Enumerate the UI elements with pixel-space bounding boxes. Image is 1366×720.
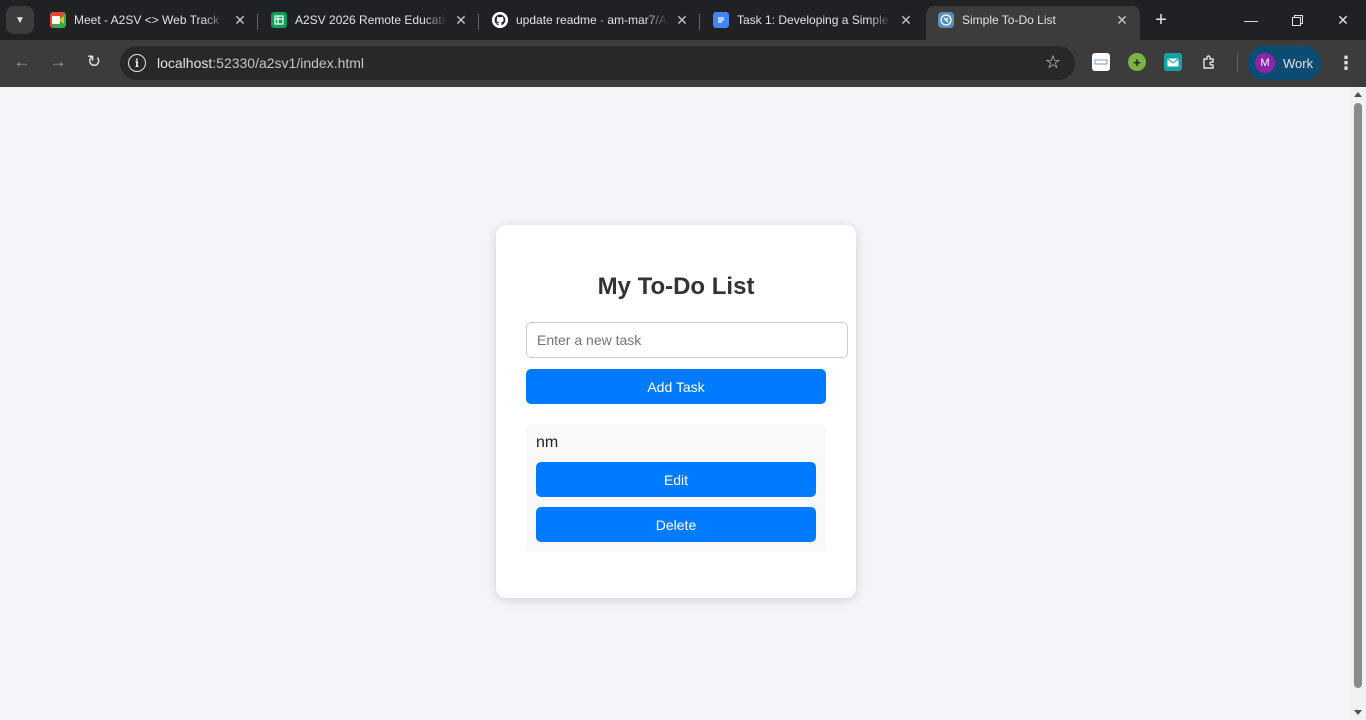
add-extension-icon[interactable]: + <box>1128 53 1146 71</box>
restore-icon <box>1291 14 1303 26</box>
avatar: M <box>1255 53 1275 73</box>
a2sv-extension-icon[interactable] <box>1092 53 1110 71</box>
task-input[interactable] <box>526 322 848 358</box>
google-meet-icon <box>50 12 66 28</box>
minimize-icon: — <box>1244 12 1258 28</box>
page-viewport: My To-Do List Add Task nm Edit Delete <box>0 87 1350 720</box>
close-tab-icon[interactable]: ✕ <box>453 12 469 29</box>
extensions-puzzle-icon[interactable] <box>1200 53 1218 71</box>
tab-title: Meet - A2SV <> Web Track <box>74 13 220 27</box>
list-item: nm Edit Delete <box>526 424 826 552</box>
task-text: nm <box>536 434 559 451</box>
browser-menu-button[interactable]: ⋮ <box>1336 52 1356 74</box>
minimize-button[interactable]: — <box>1228 0 1274 40</box>
add-task-button[interactable]: Add Task <box>526 369 826 404</box>
google-sheets-icon <box>271 12 287 28</box>
more-vert-icon: ⋮ <box>1337 52 1355 73</box>
url-host: localhost <box>157 55 213 71</box>
tab-meet[interactable]: Meet - A2SV <> Web Track ✕ <box>38 6 258 40</box>
reload-icon: ↻ <box>86 52 102 71</box>
page-title: My To-Do List <box>597 273 755 300</box>
scroll-thumb[interactable] <box>1354 103 1362 688</box>
todo-card: My To-Do List Add Task nm Edit Delete <box>496 225 856 598</box>
chevron-down-icon: ▼ <box>15 14 25 26</box>
tab-search-button[interactable]: ▼ <box>6 6 34 34</box>
tab-strip: ▼ Meet - A2SV <> Web Track ✕ A2SV 2026 R… <box>0 0 1366 40</box>
forward-button[interactable]: → <box>44 48 72 76</box>
arrow-left-icon: ← <box>13 52 31 71</box>
arrow-right-icon: → <box>49 52 67 71</box>
tab-title: Task 1: Developing a Simple To-Do <box>737 13 892 27</box>
new-tab-button[interactable]: + <box>1148 8 1174 32</box>
page-globe-icon <box>938 12 954 28</box>
bookmark-star-icon[interactable]: ☆ <box>1045 52 1061 73</box>
scroll-down-icon[interactable] <box>1354 710 1362 715</box>
tab-title: update readme · am-mar7/A2SV <box>516 13 668 27</box>
url-text[interactable]: localhost:52330/a2sv1/index.html <box>157 55 364 71</box>
tab-sheets[interactable]: A2SV 2026 Remote Education ✕ <box>259 6 479 40</box>
restore-button[interactable] <box>1274 0 1320 40</box>
toolbar-divider <box>1237 54 1238 72</box>
browser-toolbar: ← → ↻ i localhost:52330/a2sv1/index.html… <box>0 40 1366 87</box>
tab-title: A2SV 2026 Remote Education <box>295 13 447 27</box>
mail-extension-icon[interactable] <box>1164 53 1182 71</box>
tab-github[interactable]: update readme · am-mar7/A2SV ✕ <box>480 6 700 40</box>
plus-icon: + <box>1155 8 1167 31</box>
address-bar[interactable]: i localhost:52330/a2sv1/index.html ☆ <box>120 46 1075 80</box>
url-path: :52330/a2sv1/index.html <box>212 55 365 71</box>
github-icon <box>492 12 508 28</box>
close-tab-icon[interactable]: ✕ <box>674 12 690 29</box>
close-window-button[interactable]: ✕ <box>1320 0 1366 40</box>
close-tab-icon[interactable]: ✕ <box>898 12 914 29</box>
page-scrollbar[interactable] <box>1350 87 1366 720</box>
tab-docs[interactable]: Task 1: Developing a Simple To-Do ✕ <box>701 6 924 40</box>
reload-button[interactable]: ↻ <box>80 48 108 76</box>
site-info-icon[interactable]: i <box>128 54 146 72</box>
google-docs-icon <box>713 12 729 28</box>
delete-task-button[interactable]: Delete <box>536 507 816 542</box>
close-tab-icon[interactable]: ✕ <box>1114 12 1130 29</box>
tab-todo-active[interactable]: Simple To-Do List ✕ <box>926 6 1140 40</box>
close-tab-icon[interactable]: ✕ <box>232 12 248 29</box>
profile-button[interactable]: M Work <box>1247 46 1321 80</box>
profile-label: Work <box>1283 55 1314 71</box>
back-button[interactable]: ← <box>8 48 36 76</box>
tab-title: Simple To-Do List <box>962 13 1056 27</box>
edit-task-button[interactable]: Edit <box>536 462 816 497</box>
close-icon: ✕ <box>1337 11 1349 28</box>
scroll-up-icon[interactable] <box>1354 92 1362 97</box>
